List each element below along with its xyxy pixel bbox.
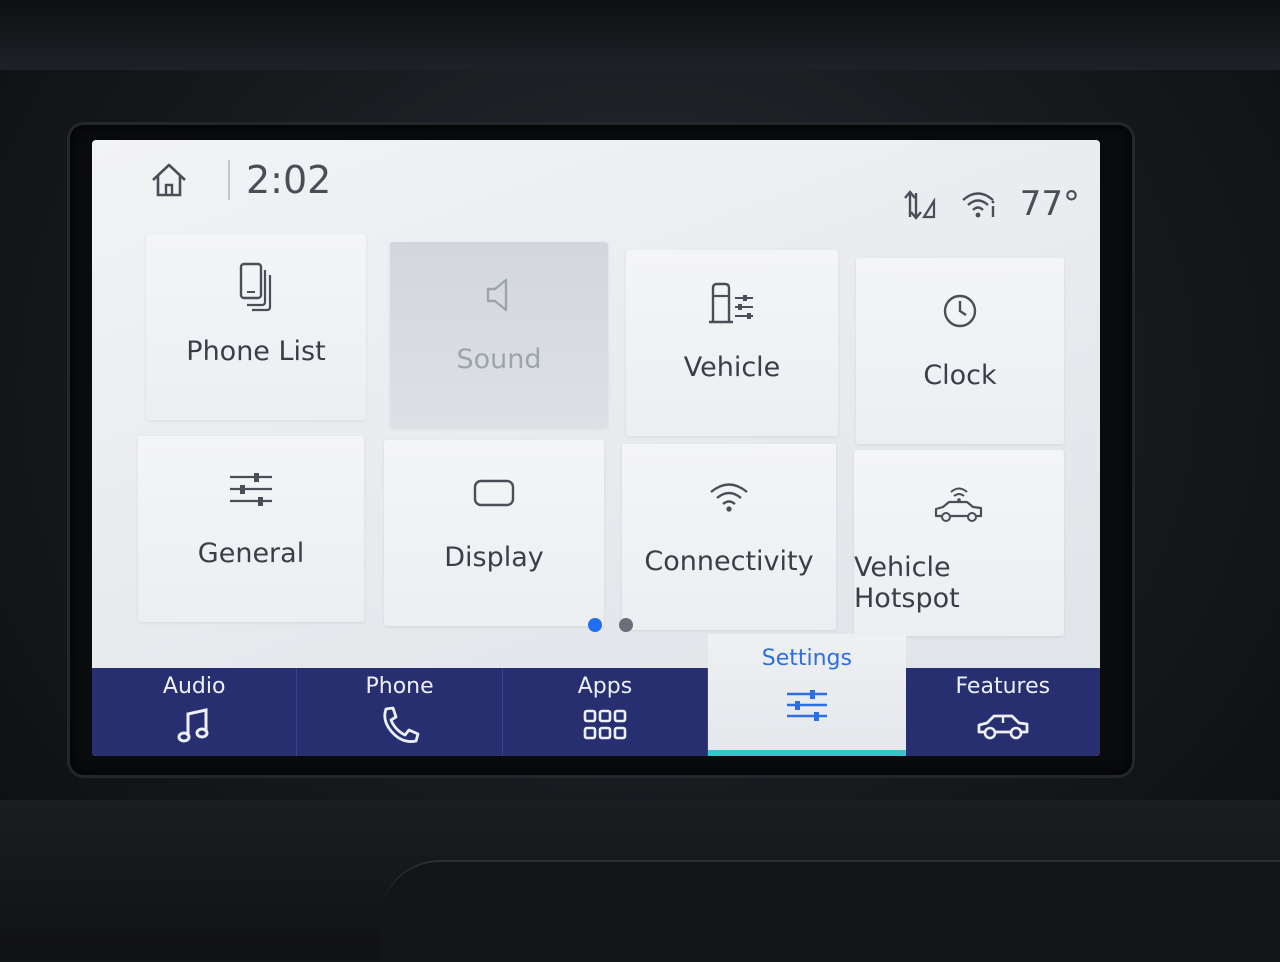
nav-phone[interactable]: Phone <box>297 668 503 756</box>
wifi-icon <box>699 470 759 524</box>
tile-label: Phone List <box>186 336 326 367</box>
tile-display[interactable]: Display <box>384 440 604 626</box>
home-button[interactable] <box>144 158 194 202</box>
tile-label: Connectivity <box>644 546 814 577</box>
tile-label: General <box>197 538 305 569</box>
nav-features[interactable]: Features <box>906 668 1100 756</box>
car-features-icon <box>976 705 1030 745</box>
outside-temperature: 77° <box>1019 184 1080 224</box>
tile-label: Vehicle Hotspot <box>854 552 960 614</box>
apps-grid-icon <box>583 705 627 745</box>
dashboard-top-trim <box>0 0 1280 70</box>
wifi-status-icon <box>961 192 995 218</box>
nav-label: Audio <box>162 674 226 699</box>
tile-phone-list[interactable]: Phone List <box>146 234 366 420</box>
music-note-icon <box>176 705 212 745</box>
nav-label: Settings <box>761 646 852 671</box>
nav-apps[interactable]: Apps <box>503 668 709 756</box>
bottom-nav-bar: Audio Phone Apps Settings Features <box>92 634 1100 756</box>
vehicle-hotspot-icon <box>929 476 989 530</box>
clock-time: 2:02 <box>246 158 332 202</box>
nav-label: Features <box>955 674 1051 699</box>
page-dot-1[interactable] <box>588 618 602 632</box>
display-icon <box>464 466 524 520</box>
page-dot-2[interactable] <box>619 618 633 632</box>
settings-sliders-icon <box>785 685 829 725</box>
nav-audio[interactable]: Audio <box>92 668 298 756</box>
tile-vehicle-hotspot[interactable]: Vehicle Hotspot <box>854 450 1064 636</box>
tile-label: Display <box>444 542 544 573</box>
vehicle-settings-icon <box>702 276 762 330</box>
nav-settings[interactable]: Settings <box>708 634 906 756</box>
tile-label: Sound <box>456 344 542 375</box>
tile-vehicle[interactable]: Vehicle <box>626 250 838 436</box>
tile-connectivity[interactable]: Connectivity <box>622 444 836 630</box>
clock-icon <box>930 284 990 338</box>
tile-label: Vehicle <box>683 352 781 383</box>
network-signal-icon <box>903 190 935 220</box>
status-icons: 77° <box>902 184 1080 224</box>
status-bar: 2:02 77° <box>92 140 1100 224</box>
phone-handset-icon <box>378 705 422 745</box>
tile-clock[interactable]: Clock <box>856 258 1064 444</box>
tile-label: Clock <box>923 360 997 391</box>
status-divider <box>228 160 230 200</box>
nav-label: Apps <box>577 674 633 699</box>
infotainment-screen: 2:02 77° Phone List Sound Vehicle Clock … <box>92 140 1100 756</box>
nav-label: Phone <box>365 674 434 699</box>
settings-tile-grid: Phone List Sound Vehicle Clock General D… <box>136 232 1066 636</box>
tile-general[interactable]: General <box>138 436 364 622</box>
phone-list-icon <box>226 260 286 314</box>
speaker-icon <box>469 268 529 322</box>
active-tab-underline <box>708 750 906 756</box>
dashboard-ridge <box>380 860 1280 962</box>
tile-sound: Sound <box>390 242 608 428</box>
sliders-icon <box>221 462 281 516</box>
page-indicator <box>588 618 633 632</box>
home-icon <box>152 163 186 197</box>
